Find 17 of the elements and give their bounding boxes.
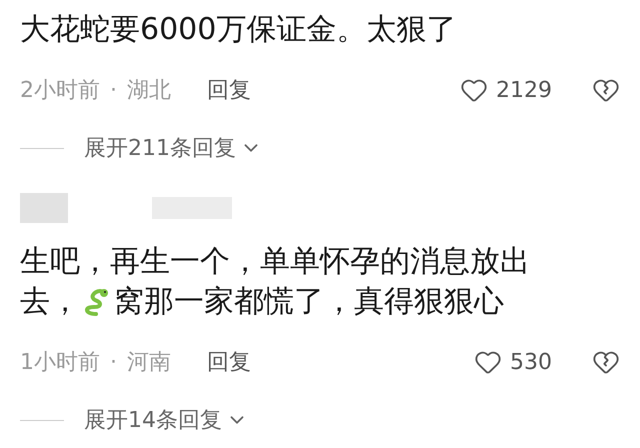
- comment-location: 湖北: [127, 76, 171, 104]
- expand-replies-link[interactable]: 展开14条回复: [84, 404, 248, 436]
- like-count: 2129: [496, 76, 552, 104]
- reply-button[interactable]: 回复: [207, 346, 251, 378]
- comment-text: 去，: [20, 283, 80, 321]
- comment-time: 1小时前: [20, 348, 100, 376]
- reply-button[interactable]: 回复: [207, 74, 251, 106]
- separator-dot: ·: [110, 76, 117, 104]
- comment-location: 河南: [127, 348, 171, 376]
- comment-text: 生吧，再生一个，单单怀孕的消息放出: [20, 243, 530, 281]
- like-count: 530: [510, 348, 552, 376]
- comment-time: 2小时前: [20, 76, 100, 104]
- comment-text: 窝那一家都慌了，真得狠狠心: [114, 283, 504, 321]
- expand-replies-link[interactable]: 展开211条回复: [84, 132, 262, 164]
- separator-dot: ·: [110, 348, 117, 376]
- comment-text: 大花蛇要6000万保证金。太狠了: [20, 11, 456, 49]
- redacted-name-block: [20, 193, 68, 223]
